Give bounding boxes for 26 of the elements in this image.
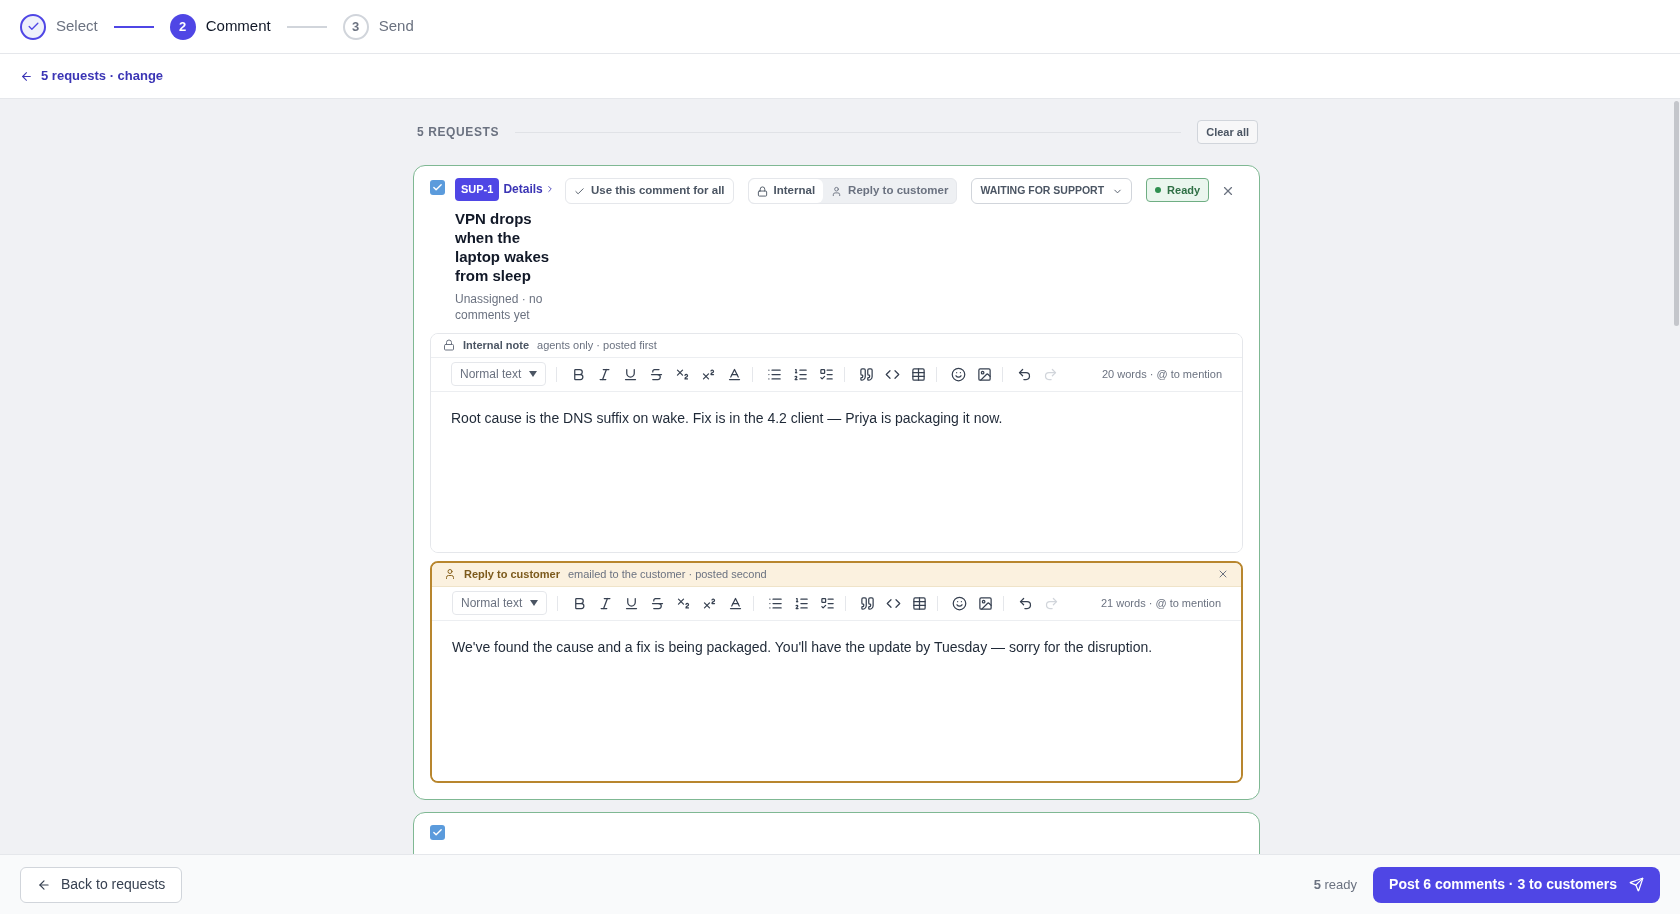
editor-subtitle: agents only · posted first bbox=[537, 337, 657, 353]
audience-tab[interactable]: Reply to customer bbox=[823, 179, 957, 203]
editor-title: Internal note bbox=[463, 337, 529, 353]
request-title: VPN drops when the laptop wakes from sleep bbox=[455, 208, 551, 285]
section-title: 5 REQUESTS bbox=[417, 124, 500, 141]
step-label: Comment bbox=[205, 16, 271, 37]
status-dropdown[interactable]: WAITING FOR SUPPORT bbox=[971, 178, 1133, 204]
word-count: 20 words · @ to mention bbox=[1102, 366, 1222, 382]
details-link[interactable]: Details bbox=[503, 180, 555, 199]
request-meta: Unassigned · no comments yet bbox=[455, 290, 544, 323]
format-dropdown[interactable]: Normal text bbox=[452, 591, 548, 615]
editor-title: Reply to customer bbox=[464, 566, 560, 582]
post-button[interactable]: Post 6 comments · 3 to customers bbox=[1373, 866, 1660, 903]
format-dropdown[interactable]: Normal text bbox=[451, 362, 547, 386]
editor-subtitle: emailed to the customer · posted second bbox=[567, 566, 767, 582]
step-label: Send bbox=[378, 16, 414, 37]
word-count: 21 words · @ to mention bbox=[1101, 595, 1221, 611]
ready-count: 5 ready bbox=[1313, 875, 1358, 894]
step-label: Select bbox=[56, 16, 98, 37]
request-key-badge: SUP-1 bbox=[455, 178, 500, 201]
clear-all-button[interactable]: Clear all bbox=[1197, 120, 1258, 144]
audience-tab[interactable]: Internal bbox=[748, 179, 824, 203]
ready-badge: Ready bbox=[1146, 178, 1210, 202]
back-button[interactable]: Back to requests bbox=[20, 866, 183, 903]
back-link[interactable]: 5 requests · change bbox=[20, 66, 164, 86]
use-for-all-button[interactable]: Use this comment for all bbox=[565, 178, 734, 204]
